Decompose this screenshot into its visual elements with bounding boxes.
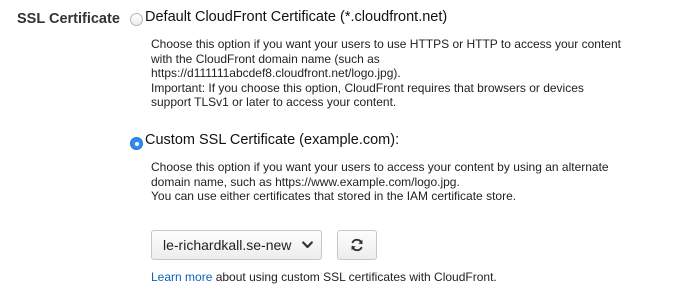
certificate-select-value: le-richardkall.se-new <box>163 237 292 253</box>
ssl-certificate-label: SSL Certificate <box>17 11 120 27</box>
description-line: Important: If you choose this option, Cl… <box>151 80 584 95</box>
chevron-down-icon <box>301 239 313 251</box>
custom-ssl-certificate-label[interactable]: Custom SSL Certificate (example.com): <box>145 132 399 148</box>
default-cloudfront-certificate-label[interactable]: Default CloudFront Certificate (*.cloudf… <box>145 9 447 25</box>
radio-selected-dot <box>134 141 139 146</box>
description-line: https://d111111abcdef8.cloudfront.net/lo… <box>151 66 401 80</box>
description-line: You can use either certificates that sto… <box>151 189 517 203</box>
refresh-icon <box>350 238 364 252</box>
custom-ssl-certificate-radio[interactable] <box>130 137 143 150</box>
learn-more-suffix: about using custom SSL certificates with… <box>212 270 497 284</box>
refresh-certificates-button[interactable] <box>337 230 377 260</box>
ssl-certificate-panel: SSL Certificate Default CloudFront Certi… <box>0 0 700 295</box>
description-line: Choose this option if you want your user… <box>151 37 621 51</box>
learn-more-link[interactable]: Learn more <box>151 270 212 284</box>
default-certificate-description: Choose this option if you want your user… <box>151 37 621 110</box>
custom-certificate-description: Choose this option if you want your user… <box>151 160 609 204</box>
description-line: Choose this option if you want your user… <box>151 160 609 174</box>
certificate-select[interactable]: le-richardkall.se-new <box>151 230 322 260</box>
default-cloudfront-certificate-radio[interactable] <box>130 13 143 26</box>
description-line: with the CloudFront domain name (such as <box>151 51 380 66</box>
description-line: domain name, such as https://www.example… <box>151 174 460 189</box>
custom-ssl-help-text: Learn more about using custom SSL certif… <box>151 270 497 284</box>
description-line: support TLSv1 or later to access your co… <box>151 95 397 109</box>
